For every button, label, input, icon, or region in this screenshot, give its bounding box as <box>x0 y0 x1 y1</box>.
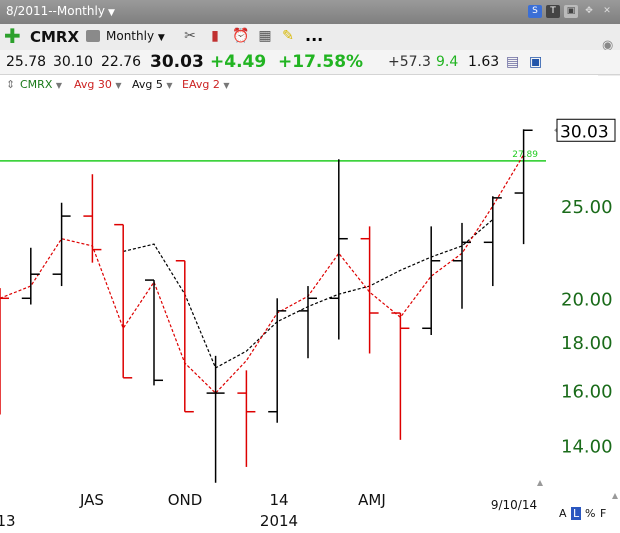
legend-symbol[interactable]: CMRX ▼ <box>20 78 62 91</box>
period-label: 8/2011--Monthly <box>6 4 105 18</box>
period-selector[interactable]: 8/2011--Monthly ▼ <box>6 4 115 18</box>
chevron-down-icon: ▼ <box>166 81 173 90</box>
save-icon[interactable]: ▣ <box>529 54 542 70</box>
y-tick-label: 14.00 <box>561 437 613 458</box>
quote-change-pct: +17.58% <box>278 52 364 72</box>
chevron-down-icon: ▼ <box>157 33 165 43</box>
y-tick-label: 16.00 <box>561 382 613 403</box>
x-tick-label: JAS <box>79 491 104 509</box>
printer-icon[interactable] <box>86 30 100 42</box>
add-icon[interactable]: ✚ <box>4 26 21 46</box>
x-tick-label: 9/10/14 <box>491 498 537 512</box>
move-icon[interactable]: ✥ <box>582 5 596 18</box>
scale-f-button[interactable]: F <box>600 507 606 520</box>
x-tick-label: AMJ <box>358 491 386 509</box>
quote-low: 22.76 <box>101 54 142 70</box>
interval-label: Monthly <box>106 29 155 43</box>
x-tick-label: OND <box>168 491 203 509</box>
quote-close: 30.03 <box>150 52 204 72</box>
t-badge-icon[interactable]: T <box>546 5 560 18</box>
last-price-label: 30.03 <box>560 122 609 142</box>
more-button[interactable]: ... <box>305 26 323 45</box>
y-tick-label: 18.00 <box>561 333 613 354</box>
quote-open: 25.78 <box>6 54 47 70</box>
quote-change: +4.49 <box>210 52 267 72</box>
interval-selector[interactable]: Monthly ▼ <box>106 29 165 43</box>
chevron-down-icon: ▼ <box>107 8 115 18</box>
scale-a-button[interactable]: A <box>559 507 567 520</box>
indicator-legend: ⇕ CMRX ▼ Avg 30 ▼ Avg 5 ▼ EAvg 2 ▼ <box>0 74 620 94</box>
legend-avg5-label: Avg 5 <box>132 78 163 91</box>
x-tick-label: 2014 <box>260 512 298 530</box>
save-icon[interactable]: ▣ <box>564 5 578 18</box>
symbol-label[interactable]: CMRX <box>30 28 79 46</box>
window-title-bar: 8/2011--Monthly ▼ S T ▣ ✥ ✕ <box>0 0 620 24</box>
alarm-icon[interactable]: ⏰ <box>232 28 249 44</box>
y-tick-label: 20.00 <box>561 289 613 310</box>
legend-avg30[interactable]: Avg 30 ▼ <box>74 78 122 91</box>
indicators-icon[interactable]: ▮ <box>207 28 223 44</box>
scroll-up-icon <box>612 493 618 499</box>
y-tick-label: 25.00 <box>561 197 613 218</box>
chevron-down-icon: ▼ <box>55 81 63 90</box>
chart-toolbar: ✚ CMRX Monthly ▼ ✂ ▮ ⏰ ▦ ✎ ... <box>0 24 620 51</box>
legend-eavg2-label: EAvg 2 <box>182 78 220 91</box>
scale-pct-button[interactable]: % <box>585 507 595 520</box>
legend-eavg2[interactable]: EAvg 2 ▼ <box>182 78 229 91</box>
x-tick-label: 13 <box>0 512 16 530</box>
eavg2-line <box>0 154 525 394</box>
database-icon[interactable]: ▤ <box>506 54 519 70</box>
drag-icon[interactable]: ⇕ <box>6 78 15 91</box>
quote-value-1: +57.3 <box>388 54 431 70</box>
quote-value-2: 9.4 <box>436 54 459 70</box>
tools-icon[interactable]: ✂ <box>182 28 198 44</box>
price-chart[interactable]: 27.89 14.00 16.00 18.00 20.00 25.00 30.03 JAS ON… <box>0 94 620 533</box>
chevron-down-icon: ▼ <box>115 81 122 90</box>
legend-avg30-label: Avg 30 <box>74 78 112 91</box>
quote-bar: 25.78 30.10 22.76 30.03 +4.49 +17.58% +5… <box>0 50 620 75</box>
legend-avg5[interactable]: Avg 5 ▼ <box>132 78 173 91</box>
s-badge-icon[interactable]: S <box>528 5 542 18</box>
legend-symbol-label: CMRX <box>20 78 53 91</box>
quote-high: 30.10 <box>53 54 94 70</box>
horizontal-line-label: 27.89 <box>512 150 538 160</box>
close-icon[interactable]: ✕ <box>600 5 614 18</box>
quote-value-3: 1.63 <box>468 54 500 70</box>
x-tick-label: 14 <box>269 491 288 509</box>
note-icon[interactable]: ✎ <box>280 28 296 44</box>
chevron-down-icon: ▼ <box>223 81 230 90</box>
grid-icon[interactable]: ▦ <box>257 28 273 44</box>
scale-log-button[interactable]: L <box>571 507 582 520</box>
scroll-up-icon <box>537 480 543 486</box>
